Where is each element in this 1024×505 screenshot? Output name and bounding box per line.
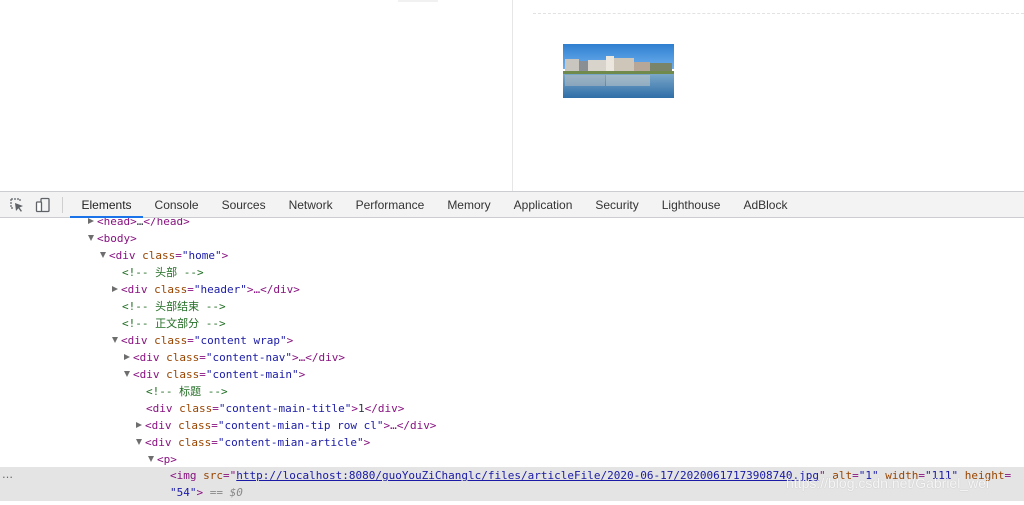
page-left-pane — [0, 0, 512, 191]
tree-row-div-home[interactable]: <div class="home"> — [100, 247, 228, 264]
expand-arrow-icon[interactable] — [136, 422, 142, 428]
node-more-icon[interactable]: … — [2, 468, 13, 482]
collapse-arrow-icon[interactable] — [148, 456, 154, 462]
tree-row-div-main-title[interactable]: <div class="content-main-title">1</div> — [146, 400, 404, 417]
tab-memory[interactable]: Memory — [436, 192, 502, 218]
watermark: https://blog.csdn.net/Gabriel_wei — [786, 475, 990, 491]
tab-adblock[interactable]: AdBlock — [732, 192, 799, 218]
image-reflection — [606, 75, 650, 86]
tab-application[interactable]: Application — [502, 192, 584, 218]
tree-row-body[interactable]: <body> — [88, 230, 137, 247]
expand-arrow-icon[interactable] — [124, 354, 130, 360]
page-top-mark — [398, 0, 438, 2]
tree-row-head[interactable]: <head>…</head> — [88, 218, 190, 230]
tree-row-img-selected-cont[interactable]: "54"> == $0 — [170, 484, 243, 501]
expand-arrow-icon[interactable] — [112, 286, 118, 292]
title-dashed-rule — [533, 13, 1024, 14]
tree-row-div-header[interactable]: <div class="header">…</div> — [112, 281, 300, 298]
tree-row-div-content[interactable]: <div class="content wrap"> — [112, 332, 293, 349]
image-building — [614, 58, 634, 72]
page-column-divider — [512, 0, 513, 191]
tab-lighthouse[interactable]: Lighthouse — [650, 192, 732, 218]
tree-row-div-mian-tip[interactable]: <div class="content-mian-tip row cl">…</… — [136, 417, 436, 434]
tree-row-div-content-main[interactable]: <div class="content-main"> — [124, 366, 305, 383]
page-viewport — [0, 0, 1024, 191]
tree-row-comment[interactable]: <!-- 正文部分 --> — [122, 315, 226, 332]
tab-network[interactable]: Network — [277, 192, 344, 218]
tree-row-p[interactable]: <p> — [148, 451, 177, 468]
tree-row-div-mian-article[interactable]: <div class="content-mian-article"> — [136, 434, 370, 451]
collapse-arrow-icon[interactable] — [88, 235, 94, 241]
img-src-link[interactable]: http://localhost:8080/guoYouZiChanglc/fi… — [236, 469, 819, 482]
toolbar-separator — [62, 197, 63, 213]
tree-row-comment[interactable]: <!-- 标题 --> — [146, 383, 228, 400]
collapse-arrow-icon[interactable] — [112, 337, 118, 343]
collapse-arrow-icon[interactable] — [136, 439, 142, 445]
tab-sources[interactable]: Sources — [210, 192, 277, 218]
tab-security[interactable]: Security — [584, 192, 650, 218]
article-image — [563, 44, 674, 98]
image-building — [606, 56, 614, 72]
tree-row-comment[interactable]: <!-- 头部结束 --> — [122, 298, 226, 315]
selected-node-marker: == $0 — [209, 486, 243, 499]
collapse-arrow-icon[interactable] — [100, 252, 106, 258]
collapse-arrow-icon[interactable] — [124, 371, 130, 377]
tab-elements[interactable]: Elements — [70, 192, 144, 218]
tab-performance[interactable]: Performance — [344, 192, 436, 218]
tree-row-div-content-nav[interactable]: <div class="content-nav">…</div> — [124, 349, 345, 366]
devtools-toolbar: Elements Console Sources Network Performance… — [0, 191, 1024, 218]
tree-row-comment[interactable]: <!-- 头部 --> — [122, 264, 204, 281]
image-reflection — [565, 75, 605, 86]
expand-arrow-icon[interactable] — [88, 218, 94, 224]
elements-tree: … <head>…</head> <body> <div class="home… — [0, 218, 1024, 505]
devtools-tabs: Elements Console Sources Network Performance… — [70, 192, 799, 218]
tab-console[interactable]: Console — [143, 192, 210, 218]
cursor-select-icon[interactable] — [4, 192, 30, 218]
device-toolbar-icon[interactable] — [30, 192, 56, 218]
